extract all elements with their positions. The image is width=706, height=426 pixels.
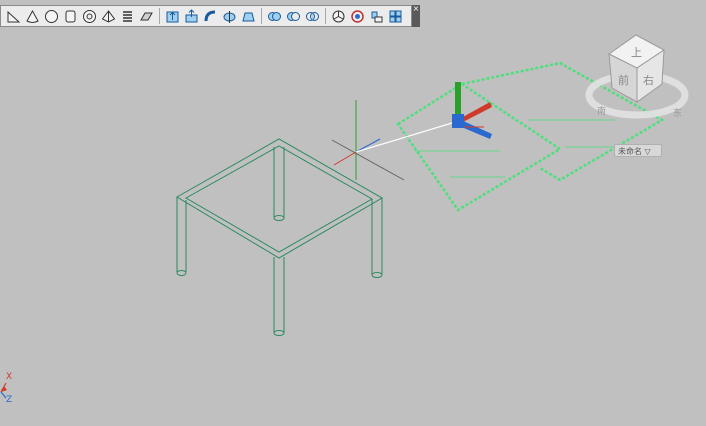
surface-isolines (415, 119, 625, 178)
ucs-icon: X Z (0, 372, 12, 405)
compass-east-label[interactable]: 东 (673, 107, 682, 119)
wcs-menu[interactable]: 未命名 ▽ (614, 144, 662, 157)
drawing-viewport[interactable]: 上 前 右 东 南 X Z (0, 0, 706, 426)
viewcube-face-front[interactable]: 前 (618, 73, 629, 87)
ucs-crosshair (331, 100, 453, 181)
viewcube-face-top[interactable]: 上 (631, 46, 642, 59)
table-wireframe[interactable] (176, 138, 383, 336)
viewcube[interactable]: 上 前 右 东 南 (585, 34, 689, 119)
ucs-x-label: X (6, 372, 12, 382)
compass-south-label[interactable]: 南 (597, 105, 606, 117)
viewcube-face-right[interactable]: 右 (643, 73, 654, 87)
ucs-z-label: Z (6, 395, 12, 405)
